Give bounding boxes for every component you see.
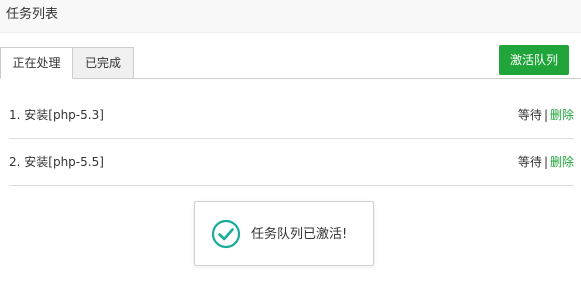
task-status: 等待 xyxy=(517,108,542,122)
check-circle-icon xyxy=(211,219,241,249)
toast-message: 任务队列已激活! xyxy=(251,227,348,242)
task-name: 2. 安装[php-5.5] xyxy=(9,155,104,169)
task-list: 1. 安装[php-5.3] 等待 | 删除 2. 安装[php-5.5] 等待 | 删… xyxy=(9,92,574,186)
dialog-title: 任务列表 xyxy=(6,7,59,22)
task-tabs: 正在处理 已完成 xyxy=(0,46,581,79)
success-toast: 任务队列已激活! xyxy=(194,201,374,266)
task-row: 2. 安装[php-5.5] 等待 | 删除 xyxy=(9,139,574,186)
task-name: 1. 安装[php-5.3] xyxy=(9,108,104,122)
task-actions: 等待 | 删除 xyxy=(518,154,574,170)
dialog-title-bar: 任务列表 xyxy=(0,0,581,33)
activate-queue-button[interactable]: 激活队列 xyxy=(499,45,569,75)
task-status: 等待 xyxy=(517,155,542,169)
tab-completed[interactable]: 已完成 xyxy=(72,47,134,79)
delete-link[interactable]: 删除 xyxy=(550,108,574,122)
task-row: 1. 安装[php-5.3] 等待 | 删除 xyxy=(9,92,574,139)
delete-link[interactable]: 删除 xyxy=(550,155,574,169)
action-separator: | xyxy=(543,108,548,122)
action-separator: | xyxy=(543,155,548,169)
task-actions: 等待 | 删除 xyxy=(518,107,574,123)
tab-processing[interactable]: 正在处理 xyxy=(0,47,73,79)
